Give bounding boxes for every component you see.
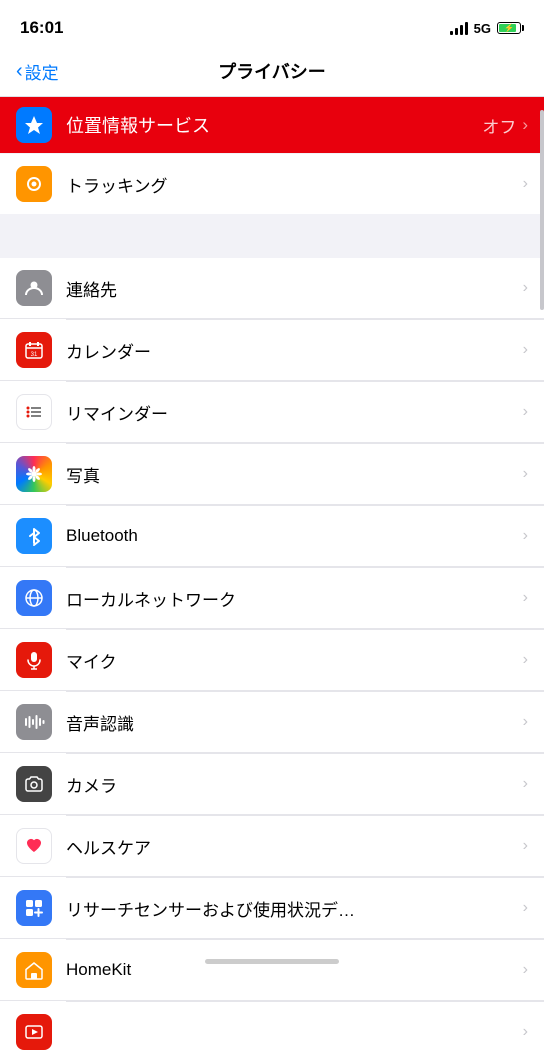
camera-label: カメラ [66,772,523,797]
reminders-chevron-icon: › [523,403,528,421]
photos-label: 写真 [66,462,523,487]
health-row[interactable]: ヘルスケア › [0,816,544,877]
localnet-row[interactable]: ローカルネットワーク › [0,568,544,629]
tracking-label: トラッキング [66,172,523,197]
microphone-label: マイク [66,648,523,673]
photos-icon [16,456,52,492]
network-type: 5G [474,21,491,36]
tracking-chevron-icon: › [523,175,528,193]
health-label: ヘルスケア [66,834,523,859]
reminders-icon [16,394,52,430]
status-icons: 5G ⚡ [450,21,524,36]
tracking-icon [16,166,52,202]
signal-icon [450,21,468,35]
location-icon [16,107,52,143]
photos-row[interactable]: 写真 › [0,444,544,505]
media-icon [16,1014,52,1050]
calendar-chevron-icon: › [523,341,528,359]
health-icon [16,828,52,864]
calendar-icon: 31 [16,332,52,368]
back-chevron-icon: ‹ [16,60,23,83]
status-time: 16:01 [20,18,63,38]
health-chevron-icon: › [523,837,528,855]
homekit-row[interactable]: HomeKit › [0,940,544,1001]
research-chevron-icon: › [523,899,528,917]
bluetooth-label: Bluetooth [66,526,523,546]
research-row[interactable]: リサーチセンサーおよび使用状況デ… › [0,878,544,939]
bluetooth-icon [16,518,52,554]
speech-label: 音声認識 [66,710,523,735]
speech-icon [16,704,52,740]
location-value: オフ [482,113,516,138]
permissions-section: 連絡先 › 31 カレンダー › [0,258,544,1062]
localnet-label: ローカルネットワーク [66,586,523,611]
localnet-icon [16,580,52,616]
photos-chevron-icon: › [523,465,528,483]
back-label: 設定 [25,59,59,84]
contacts-chevron-icon: › [523,279,528,297]
contacts-label: 連絡先 [66,276,523,301]
tracking-row[interactable]: トラッキング › [0,154,544,222]
scroll-track [540,110,544,972]
status-bar: 16:01 5G ⚡ [0,0,544,50]
back-button[interactable]: ‹ 設定 [16,59,59,84]
camera-icon [16,766,52,802]
research-label: リサーチセンサーおよび使用状況デ… [66,896,523,921]
contacts-icon [16,270,52,306]
svg-text:31: 31 [31,352,38,358]
reminders-row[interactable]: リマインダー › [0,382,544,443]
home-indicator [205,959,339,964]
location-chevron-icon: › [522,115,528,135]
calendar-label: カレンダー [66,338,523,363]
camera-row[interactable]: カメラ › [0,754,544,815]
microphone-icon [16,642,52,678]
contacts-row[interactable]: 連絡先 › [0,258,544,319]
media-chevron-icon: › [523,1023,528,1041]
localnet-chevron-icon: › [523,589,528,607]
battery-icon: ⚡ [497,22,524,34]
bluetooth-chevron-icon: › [523,527,528,545]
research-icon [16,890,52,926]
location-label: 位置情報サービス [66,112,482,138]
bluetooth-row[interactable]: Bluetooth › [0,506,544,567]
camera-chevron-icon: › [523,775,528,793]
scroll-thumb[interactable] [540,110,544,310]
nav-bar: ‹ 設定 プライバシー [0,50,544,97]
microphone-chevron-icon: › [523,651,528,669]
calendar-row[interactable]: 31 カレンダー › [0,320,544,381]
homekit-icon [16,952,52,988]
location-row[interactable]: 位置情報サービス オフ › [0,97,544,153]
microphone-row[interactable]: マイク › [0,630,544,691]
speech-row[interactable]: 音声認識 › [0,692,544,753]
homekit-chevron-icon: › [523,961,528,979]
section-divider-1 [0,222,544,258]
reminders-label: リマインダー [66,400,523,425]
page-title: プライバシー [218,58,326,84]
speech-chevron-icon: › [523,713,528,731]
media-row[interactable]: › [0,1002,544,1062]
